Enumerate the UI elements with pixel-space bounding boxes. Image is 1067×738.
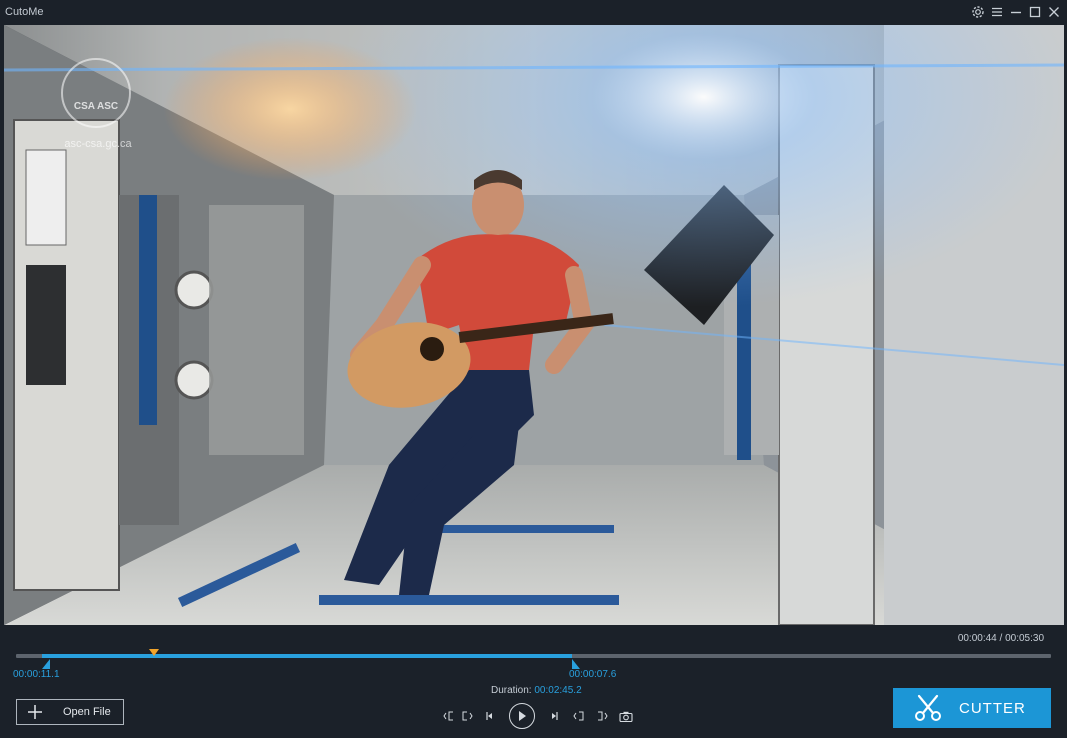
duration-label: Duration: [491, 685, 532, 696]
minimize-icon[interactable] [1008, 3, 1023, 21]
cutter-button[interactable]: CUTTER [893, 688, 1051, 728]
scissors-icon [905, 688, 951, 728]
settings-icon[interactable] [970, 3, 985, 21]
app-title: CutoMe [5, 6, 44, 18]
duration-value: 00:02:45.2 [534, 685, 582, 696]
plus-icon [17, 699, 53, 725]
set-start-icon[interactable] [441, 703, 456, 729]
duration-display: Duration: 00:02:45.2 [491, 685, 582, 696]
video-watermark-logo: CSA ASC [74, 101, 118, 112]
playhead-marker[interactable] [148, 649, 159, 656]
timeline-selection [41, 654, 572, 658]
play-button[interactable] [509, 703, 535, 729]
menu-icon[interactable] [989, 3, 1004, 21]
trim-start-time: 00:00:11.1 [13, 669, 60, 680]
close-icon[interactable] [1046, 3, 1061, 21]
video-frame: CSA ASC asc-csa.gc.ca [4, 25, 1064, 625]
trim-end-time: 00:00:07.6 [569, 669, 617, 680]
video-preview[interactable]: CSA ASC asc-csa.gc.ca [4, 25, 1064, 625]
trim-end-handle[interactable] [571, 659, 580, 669]
current-total-time: 00:00:44 / 00:05:30 [957, 633, 1044, 644]
snapshot-icon[interactable] [614, 703, 638, 729]
window-controls [970, 3, 1061, 21]
prev-frame-icon[interactable] [478, 703, 500, 729]
maximize-icon[interactable] [1027, 3, 1042, 21]
open-file-button[interactable]: Open File [16, 699, 124, 725]
open-file-label: Open File [63, 706, 111, 718]
cutter-label: CUTTER [959, 699, 1026, 717]
play-icon [519, 711, 526, 721]
timeline-track[interactable] [16, 654, 1051, 658]
next-frame-icon[interactable] [544, 703, 566, 729]
playback-controls [441, 703, 638, 729]
video-watermark-url: asc-csa.gc.ca [64, 138, 132, 150]
set-end-icon[interactable] [590, 703, 614, 729]
go-to-end-icon[interactable] [566, 703, 590, 729]
title-bar: CutoMe [0, 0, 1067, 24]
go-to-start-icon[interactable] [456, 703, 478, 729]
trim-start-handle[interactable] [41, 659, 50, 669]
